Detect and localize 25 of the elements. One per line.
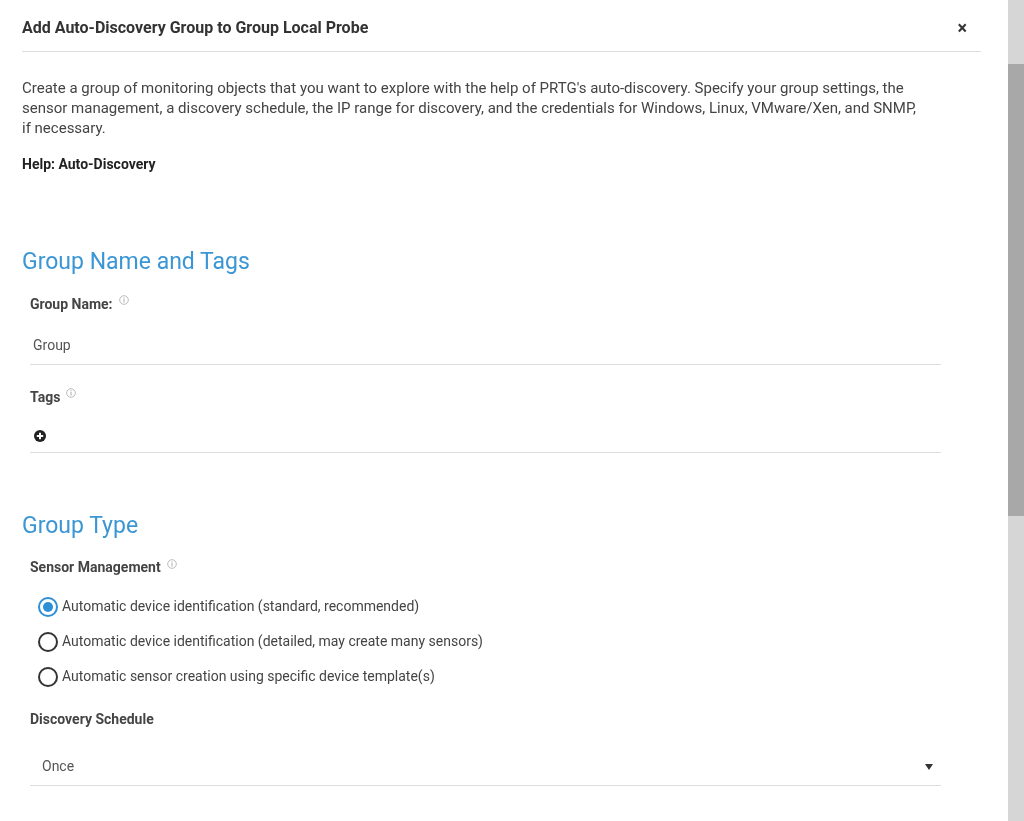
select-field[interactable]: Once (30, 756, 941, 786)
field-label: Tags (30, 387, 61, 407)
radio-button[interactable] (38, 666, 58, 687)
info-icon[interactable] (118, 295, 129, 305)
radio-label: Automatic device identification (standard, recommended) (62, 597, 420, 616)
field-label: Discovery Schedule (30, 710, 154, 729)
close-button[interactable]: × (957, 19, 981, 37)
scrollbar[interactable] (1008, 0, 1024, 821)
radio-button[interactable] (38, 596, 58, 617)
section-heading: Group Name and Tags (22, 247, 251, 277)
info-icon[interactable] (66, 388, 77, 398)
scrollbar-thumb[interactable] (1008, 64, 1024, 516)
description-text: Create a group of monitoring objects that you want to explore with the help of PRTG's auto-discovery. Specify your group settings, the sensor management, a discovery schedule, the IP range for discovery, and the credentials for Windows, Linux, VMware/Xen, and SNMP, if necessary. (22, 78, 917, 138)
text-field[interactable]: Group (30, 334, 941, 365)
caret-icon (925, 763, 933, 770)
dialog-title: Add Auto-Discovery Group to Group Local Probe (22, 17, 369, 39)
radio-label: Automatic sensor creation using specific device template(s) (62, 667, 435, 687)
add-icon[interactable] (34, 429, 46, 442)
help-link[interactable]: Help: Auto-Discovery (22, 154, 156, 175)
field-label: Group Name: (30, 294, 113, 314)
info-icon[interactable] (166, 558, 177, 569)
radio-button[interactable] (38, 631, 58, 652)
field-label: Sensor Management (30, 558, 161, 577)
section-heading: Group Type (22, 510, 140, 541)
radio-label: Automatic device identification (detailed, may create many sensors) (62, 632, 483, 652)
